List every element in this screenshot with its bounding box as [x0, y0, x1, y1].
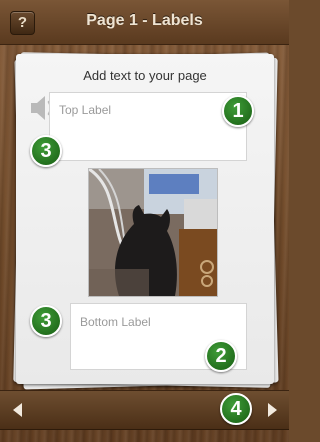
- cat-photo-image: [89, 169, 217, 296]
- arrow-left-icon[interactable]: [8, 399, 28, 421]
- page-title: Page 1 - Labels: [86, 12, 203, 29]
- callout-badge-bottom-label: 2: [205, 340, 237, 372]
- callout-badge-bottom-left: 3: [30, 305, 62, 337]
- callout-badge-navigation: 4: [220, 393, 252, 425]
- top-label-field[interactable]: Top Label: [49, 92, 247, 161]
- title-bar: ? Page 1 - Labels: [0, 0, 289, 45]
- callout-badge-top-label: 1: [222, 95, 254, 127]
- callout-badge-speaker: 3: [30, 135, 62, 167]
- help-button[interactable]: ?: [10, 11, 35, 35]
- page-photo[interactable]: [89, 169, 217, 296]
- arrow-right-icon[interactable]: [262, 399, 282, 421]
- page-prompt: Add text to your page: [83, 68, 207, 83]
